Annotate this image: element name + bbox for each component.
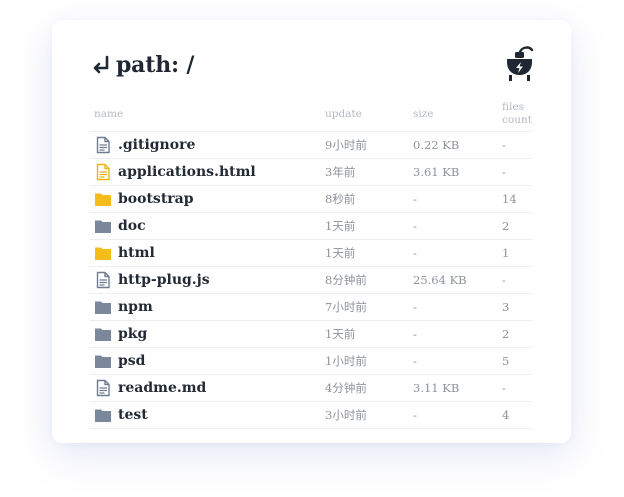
files-count-cell: 1 [502,245,510,260]
folder-icon [94,325,112,343]
name-cell[interactable]: readme.md [90,375,321,401]
file-name-link[interactable]: http-plug.js [118,272,210,288]
table-header-row: name update size files count [90,98,533,131]
file-icon [94,136,112,154]
files-count-cell: - [502,380,506,395]
table-row[interactable]: applications.html 3年前 3.61 KB - [90,158,533,185]
files-count-line1: files [502,101,524,114]
size-cell: 0.22 KB [413,137,460,152]
files-count-cell: 3 [502,299,510,314]
path-label: path: / [116,52,195,78]
file-table: name update size files count .gitignore 9小… [90,98,533,429]
name-cell[interactable]: npm [90,294,321,320]
files-count-cell: 2 [502,326,510,341]
size-cell: - [413,191,417,206]
update-cell: 3年前 [325,164,356,179]
column-header-size[interactable]: size [409,98,498,131]
return-arrow-icon[interactable] [90,54,112,76]
file-name-link[interactable]: html [118,245,155,261]
power-plug-icon[interactable] [501,46,535,82]
table-row[interactable]: html 1天前 - 1 [90,239,533,266]
files-count-cell: - [502,137,506,152]
size-cell: - [413,218,417,233]
update-cell: 1天前 [325,245,356,260]
update-cell: 9小时前 [325,137,367,152]
name-cell[interactable]: html [90,240,321,266]
folder-icon [94,244,112,262]
file-icon [94,271,112,289]
size-cell: 25.64 KB [413,272,467,287]
size-cell: 3.11 KB [413,380,460,395]
folder-icon [94,217,112,235]
update-cell: 1天前 [325,218,356,233]
file-name-link[interactable]: pkg [118,326,147,342]
table-row[interactable]: http-plug.js 8分钟前 25.64 KB - [90,266,533,293]
table-row[interactable]: npm 7小时前 - 3 [90,293,533,320]
table-row[interactable]: test 3小时前 - 4 [90,401,533,428]
size-cell: - [413,299,417,314]
file-browser-card: path: / name update size files count .git… [52,20,571,443]
name-cell[interactable]: psd [90,348,321,374]
column-header-name[interactable]: name [90,98,321,131]
file-name-link[interactable]: npm [118,299,153,315]
folder-icon [94,352,112,370]
files-count-cell: 14 [502,191,517,206]
file-name-link[interactable]: doc [118,218,146,234]
size-cell: - [413,326,417,341]
table-row[interactable]: .gitignore 9小时前 0.22 KB - [90,131,533,158]
table-row[interactable]: readme.md 4分钟前 3.11 KB - [90,374,533,401]
column-header-files-count[interactable]: files count [498,98,533,131]
files-count-cell: - [502,272,506,287]
files-count-cell: 2 [502,218,510,233]
update-cell: 8分钟前 [325,272,367,287]
header: path: / [90,46,535,84]
size-cell: 3.61 KB [413,164,460,179]
files-count-cell: 4 [502,407,510,422]
files-count-cell: 5 [502,353,510,368]
name-cell[interactable]: .gitignore [90,132,321,158]
file-icon [94,163,112,181]
update-cell: 4分钟前 [325,380,367,395]
update-cell: 7小时前 [325,299,367,314]
file-name-link[interactable]: .gitignore [118,137,195,153]
file-name-link[interactable]: bootstrap [118,191,194,207]
files-count-line2: count [502,114,532,127]
name-cell[interactable]: applications.html [90,159,321,185]
file-name-link[interactable]: applications.html [118,164,256,180]
update-cell: 1天前 [325,326,356,341]
name-cell[interactable]: test [90,402,321,428]
files-count-cell: - [502,164,506,179]
folder-icon [94,190,112,208]
size-cell: - [413,353,417,368]
table-row[interactable]: psd 1小时前 - 5 [90,347,533,374]
name-cell[interactable]: bootstrap [90,186,321,212]
file-name-link[interactable]: psd [118,353,145,369]
file-icon [94,379,112,397]
column-header-update[interactable]: update [321,98,409,131]
update-cell: 3小时前 [325,407,367,422]
size-cell: - [413,407,417,422]
table-row[interactable]: bootstrap 8秒前 - 14 [90,185,533,212]
name-cell[interactable]: doc [90,213,321,239]
file-name-link[interactable]: readme.md [118,380,206,396]
name-cell[interactable]: http-plug.js [90,267,321,293]
page-title: path: / [90,52,194,78]
table-row[interactable]: pkg 1天前 - 2 [90,320,533,347]
update-cell: 8秒前 [325,191,356,206]
folder-icon [94,406,112,424]
file-name-link[interactable]: test [118,407,148,423]
name-cell[interactable]: pkg [90,321,321,347]
size-cell: - [413,245,417,260]
table-row[interactable]: doc 1天前 - 2 [90,212,533,239]
folder-icon [94,298,112,316]
update-cell: 1小时前 [325,353,367,368]
